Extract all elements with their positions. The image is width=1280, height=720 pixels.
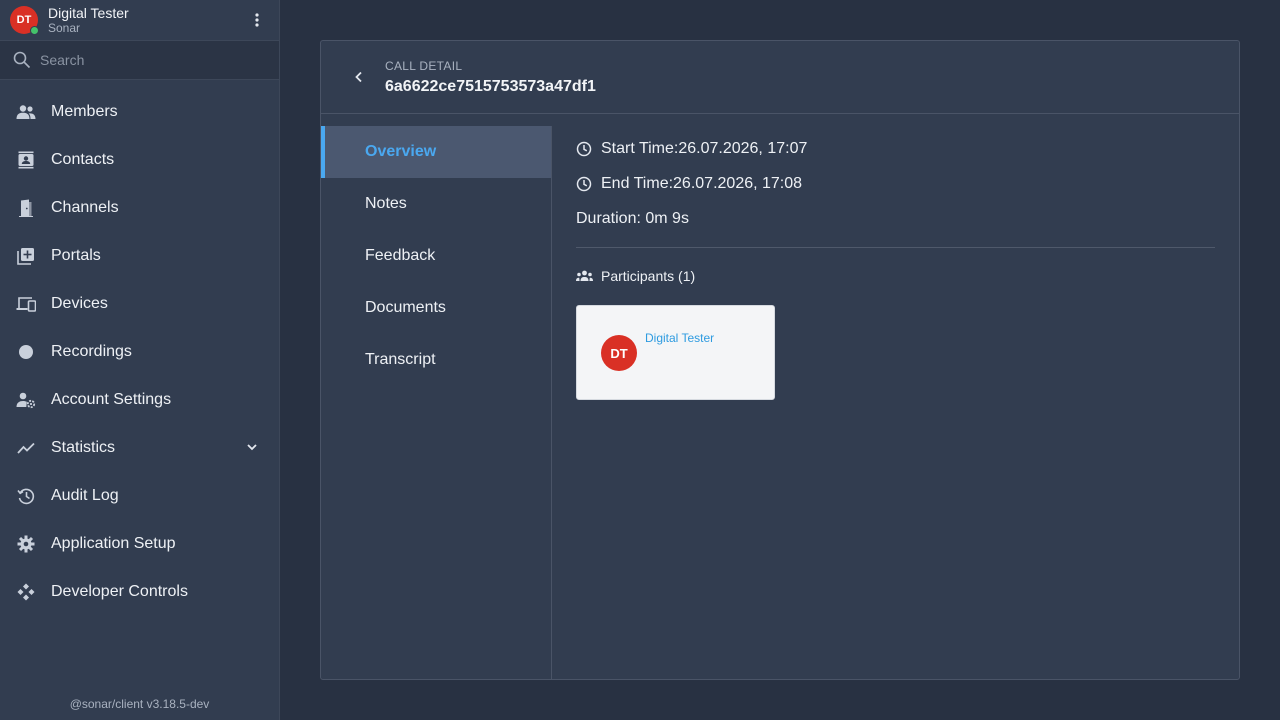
start-time: Start Time:26.07.2026, 17:07 (601, 140, 808, 157)
developer-controls-icon (16, 582, 36, 602)
account-settings-icon (16, 390, 36, 410)
call-detail-card: CALL DETAIL 6a6622ce7515753573a47df1 Ove… (320, 40, 1240, 680)
devices-icon (16, 294, 36, 314)
sidebar-item-portals[interactable]: Portals (0, 232, 279, 280)
contacts-icon (16, 150, 36, 170)
sidebar-item-developer-controls[interactable]: Developer Controls (0, 568, 279, 616)
sidebar-item-account-settings[interactable]: Account Settings (0, 376, 279, 424)
clock-icon (576, 176, 593, 192)
sidebar-item-members[interactable]: Members (0, 88, 279, 136)
user-name: Digital Tester (48, 5, 129, 21)
sidebar-item-label: Application Setup (51, 535, 176, 552)
sidebar-item-label: Contacts (51, 151, 115, 168)
sidebar-item-label: Audit Log (51, 487, 119, 504)
sidebar-item-contacts[interactable]: Contacts (0, 136, 279, 184)
recordings-icon (16, 342, 36, 362)
call-id: 6a6622ce7515753573a47df1 (385, 78, 596, 95)
sidebar-item-label: Recordings (51, 343, 132, 360)
tab-feedback[interactable]: Feedback (321, 230, 551, 282)
end-time-row: End Time:26.07.2026, 17:08 (576, 173, 802, 195)
participants-label: Participants (1) (601, 268, 696, 284)
clock-icon (576, 141, 593, 157)
sidebar-item-label: Developer Controls (51, 583, 188, 600)
user-header[interactable]: DT Digital Tester Sonar (0, 0, 279, 41)
tab-label: Notes (365, 195, 407, 212)
avatar[interactable]: DT (10, 6, 39, 35)
sidebar-nav: Members Contacts Channels Portals Device… (0, 88, 279, 616)
sidebar-item-label: Devices (51, 295, 108, 312)
participants-icon (576, 270, 593, 282)
channels-icon (16, 198, 36, 218)
call-detail-kicker: CALL DETAIL (385, 59, 463, 73)
tab-label: Documents (365, 299, 446, 316)
end-time: End Time:26.07.2026, 17:08 (601, 175, 803, 192)
tab-documents[interactable]: Documents (321, 282, 551, 334)
avatar: DT (601, 335, 637, 371)
participants-header: Participants (1) (576, 267, 695, 285)
sidebar-item-devices[interactable]: Devices (0, 280, 279, 328)
audit-log-icon (16, 486, 36, 506)
search-input[interactable] (40, 48, 270, 72)
search-bar (0, 41, 279, 80)
call-detail-tabs: Overview Notes Feedback Documents Transc… (321, 126, 552, 680)
sidebar-item-label: Channels (51, 199, 119, 216)
sidebar: DT Digital Tester Sonar Members Contacts (0, 0, 280, 720)
sidebar-item-label: Account Settings (51, 391, 172, 408)
app-version: @sonar/client v3.18.5-dev (69, 697, 210, 711)
online-status-dot (30, 26, 39, 35)
user-org: Sonar (48, 21, 81, 35)
chevron-down-icon[interactable] (244, 439, 260, 460)
tab-label: Overview (365, 143, 437, 160)
duration: Duration: 0m 9s (576, 210, 689, 227)
sidebar-item-application-setup[interactable]: Application Setup (0, 520, 279, 568)
more-options-icon[interactable] (247, 10, 267, 30)
start-time-row: Start Time:26.07.2026, 17:07 (576, 138, 807, 160)
call-detail-header: CALL DETAIL 6a6622ce7515753573a47df1 (321, 41, 1239, 114)
duration-row: Duration: 0m 9s (576, 208, 689, 230)
divider (576, 247, 1215, 248)
participant-name[interactable]: Digital Tester (645, 331, 714, 345)
participant-card[interactable]: DT Digital Tester (576, 305, 775, 400)
sidebar-item-label: Members (51, 103, 118, 120)
members-icon (16, 102, 36, 122)
tab-notes[interactable]: Notes (321, 178, 551, 230)
sidebar-item-statistics[interactable]: Statistics (0, 424, 279, 472)
tab-transcript[interactable]: Transcript (321, 334, 551, 386)
portals-icon (16, 246, 36, 266)
tab-overview[interactable]: Overview (321, 126, 551, 178)
participant-initials: DT (610, 345, 628, 361)
sidebar-item-label: Portals (51, 247, 101, 264)
sidebar-item-label: Statistics (51, 439, 116, 456)
tab-label: Feedback (365, 247, 436, 264)
statistics-icon (16, 438, 36, 458)
tab-label: Transcript (365, 351, 436, 368)
search-icon (13, 51, 31, 74)
avatar-initials: DT (16, 14, 32, 26)
back-chevron-icon[interactable] (349, 67, 369, 87)
gear-icon (16, 534, 36, 554)
sidebar-item-channels[interactable]: Channels (0, 184, 279, 232)
sidebar-item-audit-log[interactable]: Audit Log (0, 472, 279, 520)
sidebar-item-recordings[interactable]: Recordings (0, 328, 279, 376)
